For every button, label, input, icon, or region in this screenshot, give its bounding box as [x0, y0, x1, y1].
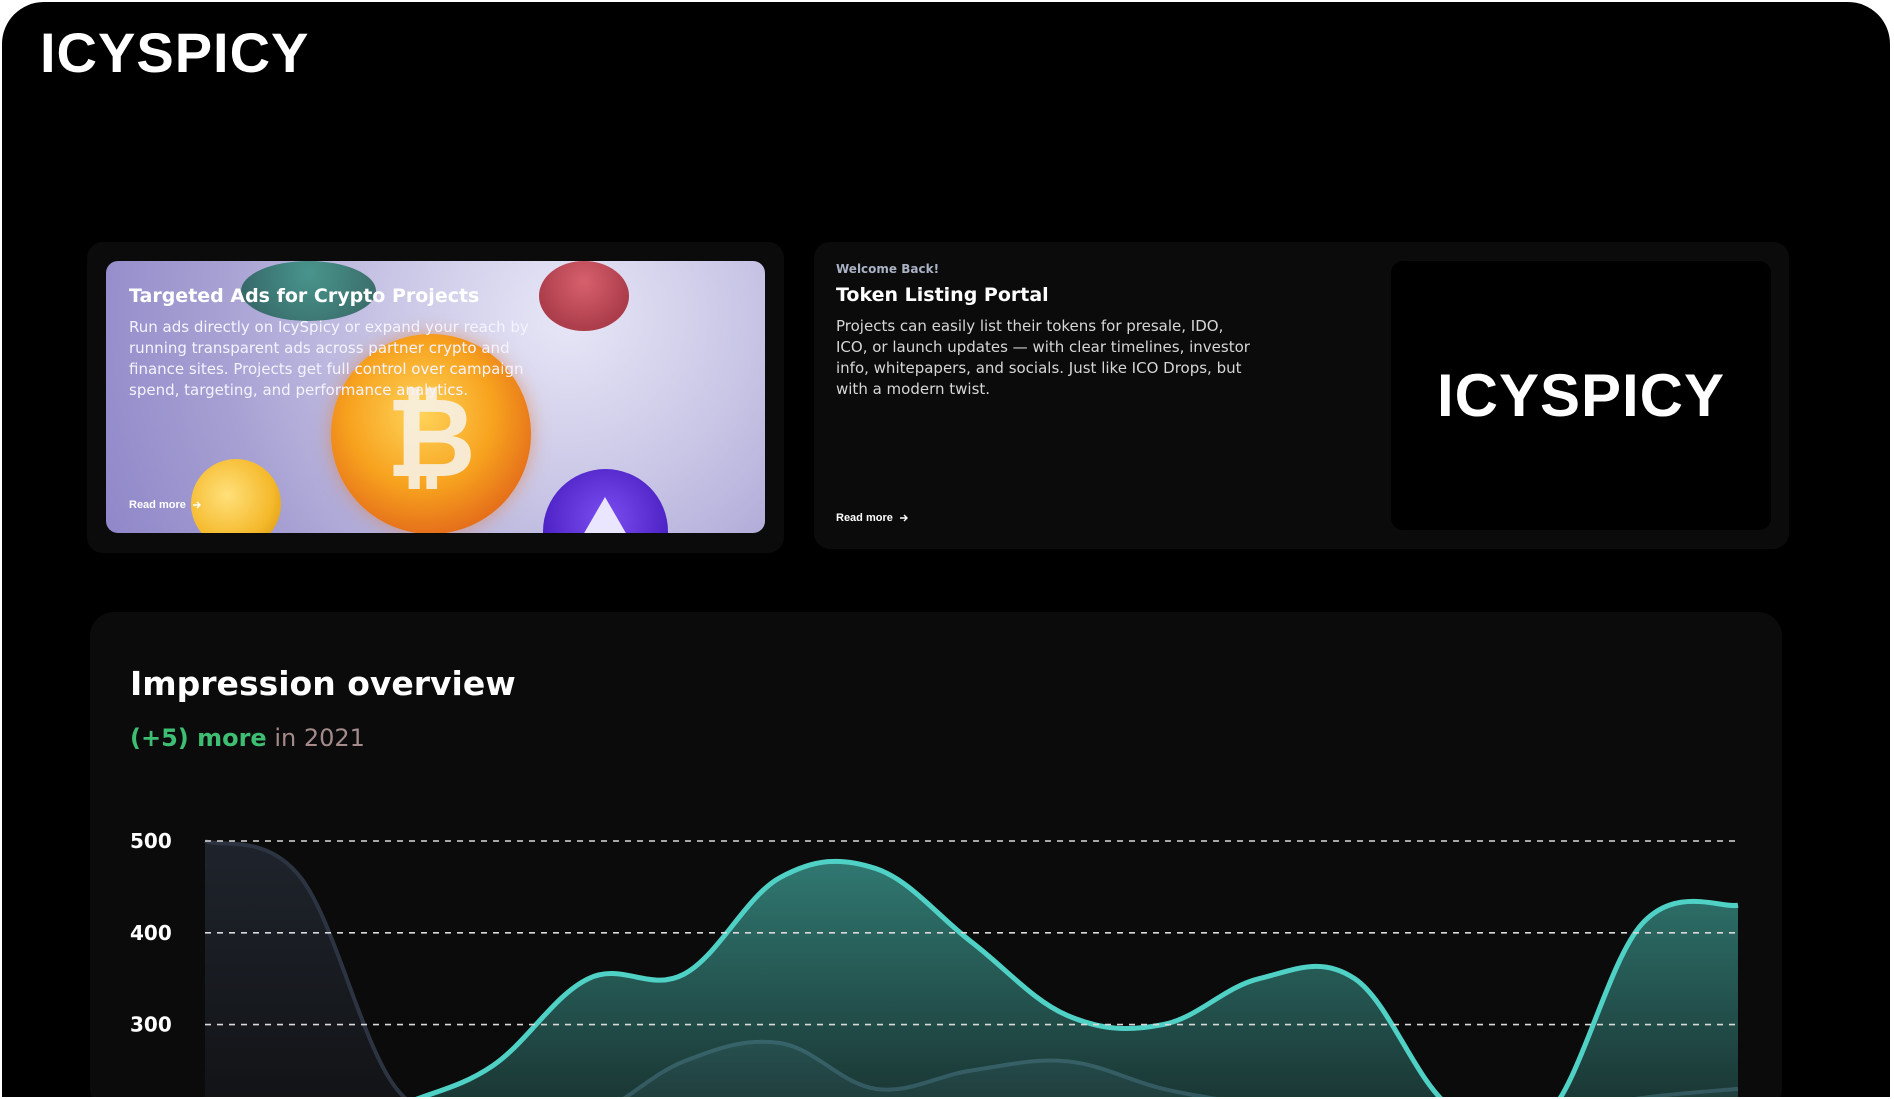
- coin-icon: [543, 469, 668, 533]
- avalanche-coin-icon: [539, 261, 629, 331]
- brand-logo[interactable]: ICYSPICY: [40, 20, 309, 85]
- listing-card-title: Token Listing Portal: [836, 284, 1049, 306]
- read-more-label: Read more: [836, 512, 893, 524]
- ads-card-description: Run ads directly on IcySpicy or expand y…: [129, 318, 529, 399]
- ads-card-title: Targeted Ads for Crypto Projects: [129, 285, 480, 307]
- ads-hero-image: ₿ Targeted Ads for Crypto Projects Run a…: [106, 261, 765, 533]
- y-tick-label: 300: [130, 1013, 172, 1037]
- arrow-right-icon: [899, 514, 908, 522]
- listing-logo-tile: ICYSPICY: [1391, 261, 1771, 530]
- ads-card: ₿ Targeted Ads for Crypto Projects Run a…: [87, 242, 784, 553]
- impression-chart: 300 400 500: [130, 829, 1739, 1097]
- listing-read-more-link[interactable]: Read more: [836, 512, 909, 524]
- y-tick-label: 400: [130, 921, 172, 945]
- coin-icon: [191, 459, 281, 533]
- app-frame: ICYSPICY ₿ Targeted Ads for Crypto Proje…: [2, 2, 1890, 1097]
- impression-overview-card: Impression overview (+5) more in 2021 30…: [90, 612, 1782, 1097]
- y-tick-label: 500: [130, 829, 172, 853]
- welcome-label: Welcome Back!: [836, 262, 940, 276]
- listing-logo-text: ICYSPICY: [1436, 362, 1726, 429]
- ads-read-more-link[interactable]: Read more: [129, 499, 202, 511]
- token-listing-card: Welcome Back! Token Listing Portal Proje…: [814, 242, 1789, 549]
- listing-card-description: Projects can easily list their tokens fo…: [836, 317, 1250, 398]
- read-more-label: Read more: [129, 499, 186, 511]
- series-primary-area: [422, 861, 1738, 1097]
- arrow-right-icon: [192, 501, 201, 509]
